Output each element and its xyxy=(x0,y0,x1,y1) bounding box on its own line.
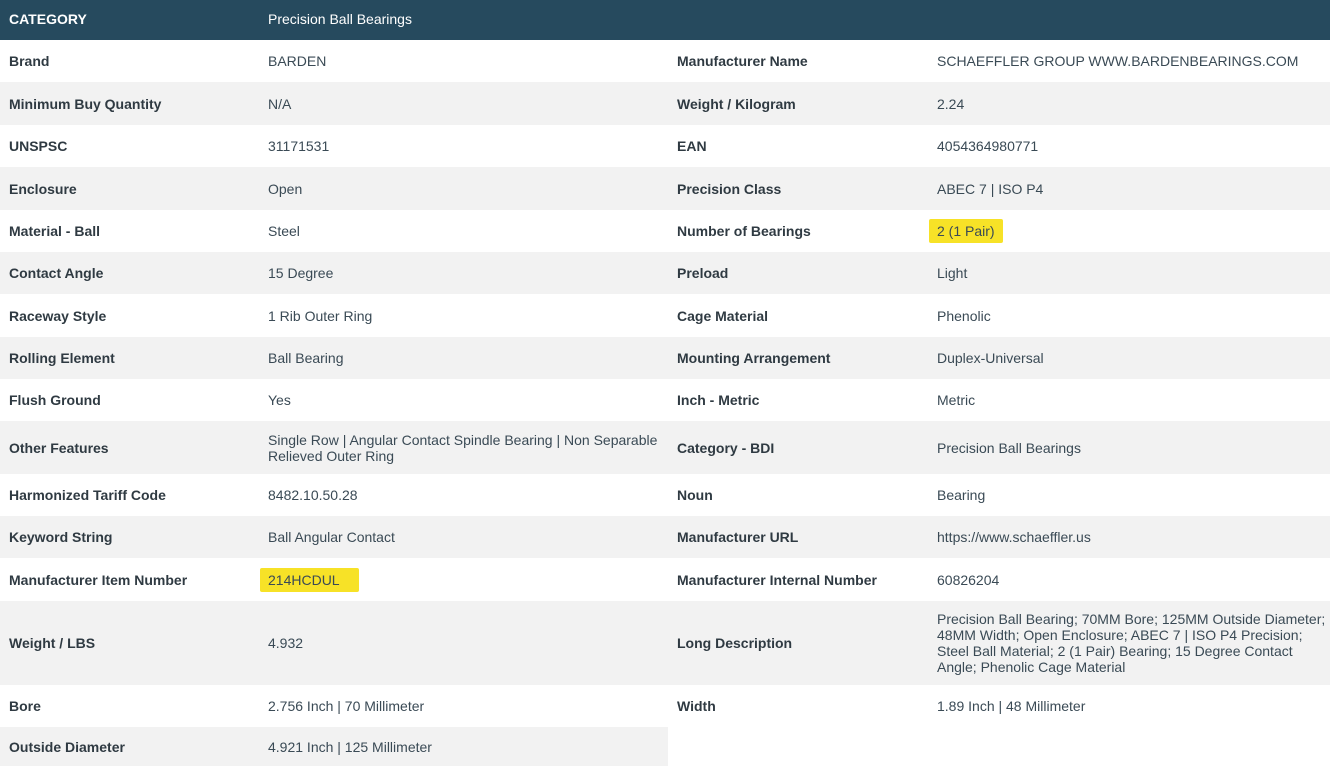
spec-value: SCHAEFFLER GROUP WWW.BARDENBEARINGS.COM xyxy=(937,53,1299,69)
table-row: Rolling Element Ball Bearing Mounting Ar… xyxy=(0,337,1330,379)
spec-label: Manufacturer URL xyxy=(677,529,799,545)
table-row: Contact Angle 15 Degree Preload Light xyxy=(0,252,1330,294)
spec-value: 2.756 Inch | 70 Millimeter xyxy=(268,698,425,714)
spec-label: Inch - Metric xyxy=(677,392,760,408)
spec-value: Bearing xyxy=(937,487,986,503)
highlighted-value: 214HCDUL xyxy=(260,567,359,592)
spec-label: Keyword String xyxy=(9,529,113,545)
spec-value: Single Row | Angular Contact Spindle Bea… xyxy=(268,431,658,464)
spec-label: Number of Bearings xyxy=(677,223,811,239)
spec-label: Enclosure xyxy=(9,180,77,197)
spec-value: Metric xyxy=(937,392,976,408)
spec-label: Harmonized Tariff Code xyxy=(9,487,166,503)
empty-cell xyxy=(668,727,1330,766)
table-row: Manufacturer Item Number 214HCDUL Manufa… xyxy=(0,558,1330,601)
spec-label: Minimum Buy Quantity xyxy=(9,95,162,112)
spec-label: Mounting Arrangement xyxy=(677,350,831,366)
table-row: Raceway Style 1 Rib Outer Ring Cage Mate… xyxy=(0,294,1330,337)
spec-value: Ball Bearing xyxy=(268,350,344,366)
table-row: Weight / LBS 4.932 Long Description Prec… xyxy=(0,601,1330,685)
spec-label: Manufacturer Internal Number xyxy=(677,571,877,588)
spec-label: Width xyxy=(677,698,716,714)
spec-value: https://www.schaeffler.us xyxy=(937,529,1091,545)
spec-label: Noun xyxy=(677,487,713,503)
spec-value: Yes xyxy=(268,392,291,408)
spec-value: Duplex-Universal xyxy=(937,350,1044,366)
table-row: Material - Ball Steel Number of Bearings… xyxy=(0,210,1330,252)
spec-value: 4.921 Inch | 125 Millimeter xyxy=(268,738,432,755)
table-row: Other Features Single Row | Angular Cont… xyxy=(0,421,1330,474)
spec-label: Bore xyxy=(9,698,41,714)
spec-label: Rolling Element xyxy=(9,350,115,366)
spec-label: Flush Ground xyxy=(9,392,101,408)
spec-label: Other Features xyxy=(9,439,109,456)
table-row: Keyword String Ball Angular Contact Manu… xyxy=(0,516,1330,558)
highlighted-value: 2 (1 Pair) xyxy=(929,219,1003,243)
spec-value: 4054364980771 xyxy=(937,138,1039,154)
table-row: Enclosure Open Precision Class ABEC 7 | … xyxy=(0,167,1330,210)
spec-label: Manufacturer Name xyxy=(677,53,808,69)
spec-value: Open xyxy=(268,180,303,197)
spec-value-cell: 214HCDUL xyxy=(260,558,663,601)
spec-value: ABEC 7 | ISO P4 xyxy=(937,180,1044,197)
spec-value: 31171531 xyxy=(268,138,330,154)
spec-label: Material - Ball xyxy=(9,223,101,239)
spec-value: 8482.10.50.28 xyxy=(268,487,358,503)
table-row: Brand BARDEN Manufacturer Name SCHAEFFLE… xyxy=(0,40,1330,82)
spec-label: Category - BDI xyxy=(677,439,775,456)
spec-label: Weight / LBS xyxy=(9,635,96,651)
spec-value: 60826204 xyxy=(937,571,1000,588)
spec-value: Ball Angular Contact xyxy=(268,529,395,545)
spec-value: Light xyxy=(937,265,968,281)
spec-value: 15 Degree xyxy=(268,265,334,281)
spec-value: N/A xyxy=(268,95,292,112)
category-header: CATEGORY Precision Ball Bearings xyxy=(0,0,1330,40)
spec-label: EAN xyxy=(677,138,707,154)
spec-value: BARDEN xyxy=(268,53,327,69)
spec-value-cell: 2 (1 Pair) xyxy=(929,210,1330,252)
spec-value: Steel xyxy=(268,223,300,239)
table-row: Harmonized Tariff Code 8482.10.50.28 Nou… xyxy=(0,474,1330,516)
spec-value: Phenolic xyxy=(937,307,991,324)
spec-label: UNSPSC xyxy=(9,138,68,154)
spec-label: Preload xyxy=(677,265,729,281)
spec-value: 1.89 Inch | 48 Millimeter xyxy=(937,698,1086,714)
spec-label: Manufacturer Item Number xyxy=(9,571,188,588)
category-label: CATEGORY xyxy=(9,11,87,27)
table-row: Minimum Buy Quantity N/A Weight / Kilogr… xyxy=(0,82,1330,125)
spec-label: Precision Class xyxy=(677,180,782,197)
table-row: Outside Diameter 4.921 Inch | 125 Millim… xyxy=(0,727,1330,766)
spec-label: Raceway Style xyxy=(9,307,107,324)
table-row: UNSPSC 31171531 EAN 4054364980771 xyxy=(0,125,1330,167)
spec-value: 2.24 xyxy=(937,95,965,112)
spec-label: Long Description xyxy=(677,635,793,651)
spec-value: 4.932 xyxy=(268,635,304,651)
spec-label: Weight / Kilogram xyxy=(677,95,796,112)
table-row: Flush Ground Yes Inch - Metric Metric xyxy=(0,379,1330,421)
spec-label: Outside Diameter xyxy=(9,738,125,755)
spec-value: 1 Rib Outer Ring xyxy=(268,307,373,324)
spec-label: Brand xyxy=(9,53,50,69)
category-value: Precision Ball Bearings xyxy=(268,11,412,27)
spec-label: Cage Material xyxy=(677,307,769,324)
spec-value: Precision Ball Bearing; 70MM Bore; 125MM… xyxy=(937,611,1326,675)
spec-label: Contact Angle xyxy=(9,265,104,281)
spec-value: Precision Ball Bearings xyxy=(937,439,1081,456)
table-row: Bore 2.756 Inch | 70 Millimeter Width 1.… xyxy=(0,685,1330,727)
